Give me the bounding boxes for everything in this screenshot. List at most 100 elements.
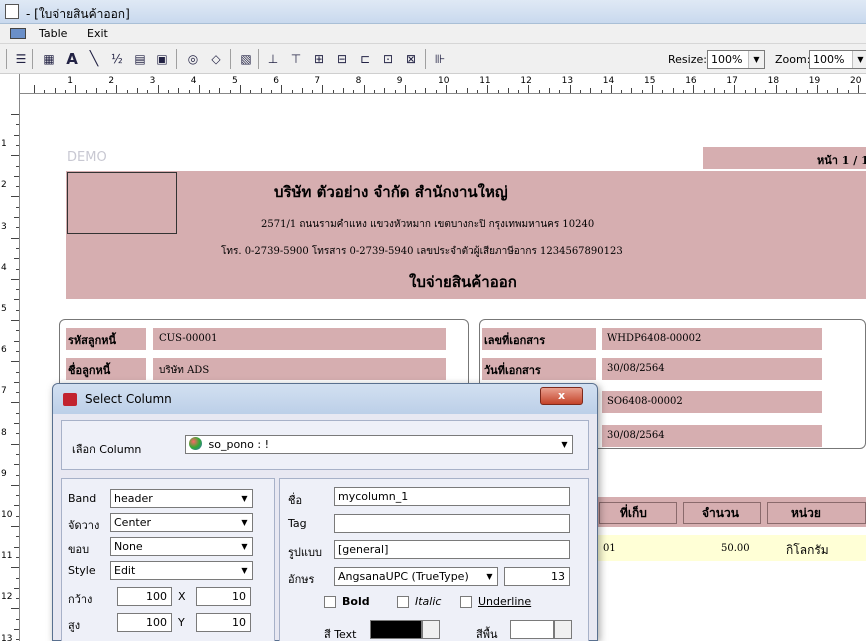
ruler-tick: [14, 134, 19, 136]
ruler-number: 3: [1, 221, 7, 232]
space-vertical-icon[interactable]: ⊟: [333, 50, 351, 68]
ruler-tick: [11, 484, 19, 486]
logo-box[interactable]: [67, 172, 177, 234]
ruler-tick: [734, 85, 736, 93]
underline-checkbox[interactable]: [460, 596, 472, 608]
close-button[interactable]: x: [540, 387, 583, 405]
ruler-tick: [703, 90, 705, 93]
ruler-tick: [579, 90, 581, 93]
ruler-number: 9: [396, 76, 403, 86]
compute-icon[interactable]: ½: [108, 50, 126, 68]
x-input[interactable]: 10: [196, 587, 251, 606]
ruler-tick: [518, 90, 520, 93]
font-label: อักษร: [288, 573, 315, 586]
ruler-tick: [528, 85, 530, 93]
menu-table[interactable]: Table: [39, 27, 67, 40]
properties-icon[interactable]: ⊪: [431, 50, 449, 68]
ruler-number: 1: [67, 76, 73, 86]
chevron-down-icon: ▼: [852, 51, 866, 68]
ruler-tick: [157, 85, 159, 93]
border-label: ขอบ: [68, 543, 90, 556]
col-qty-header: จำนวน: [702, 506, 739, 520]
text-icon[interactable]: A: [63, 50, 81, 68]
same-size-icon[interactable]: ⊠: [402, 50, 420, 68]
style-select[interactable]: Edit ▼: [110, 561, 253, 580]
format-label: รูปแบบ: [288, 546, 322, 559]
ruler-tick: [16, 495, 19, 497]
format-icon[interactable]: ◎: [184, 50, 202, 68]
align-icon[interactable]: ☰: [12, 50, 30, 68]
line-icon[interactable]: ╲: [85, 50, 103, 68]
column-select[interactable]: so_pono : ! ▼: [185, 435, 573, 454]
ruler-number: 5: [232, 76, 238, 86]
ruler-tick: [11, 526, 19, 527]
dialog-title-bar: Select Column x: [53, 384, 597, 414]
eraser-icon[interactable]: ◇: [207, 50, 225, 68]
dialog-title: Select Column: [85, 392, 172, 406]
demo-watermark: DEMO: [67, 150, 107, 165]
bg-color-swatch[interactable]: [510, 620, 554, 639]
ruler-tick: [806, 90, 808, 93]
ruler-tick: [16, 289, 19, 291]
ruler-tick: [11, 608, 19, 610]
ruler-tick: [621, 90, 623, 93]
ruler-tick: [11, 402, 19, 404]
tag-input[interactable]: [334, 514, 570, 533]
zoom-label: Zoom:: [775, 53, 811, 66]
table-icon[interactable]: ▦: [40, 50, 58, 68]
ruler-tick: [75, 85, 77, 93]
name-input[interactable]: mycolumn_1: [334, 487, 570, 506]
ruler-tick: [14, 217, 19, 218]
ruler-number: 10: [1, 510, 13, 520]
ruler-number: 2: [108, 76, 115, 86]
align-top-icon[interactable]: ⊤: [287, 50, 305, 68]
chart-icon[interactable]: ▧: [237, 50, 255, 68]
align-select[interactable]: Center ▼: [110, 513, 253, 532]
ruler-number: 6: [1, 345, 7, 356]
row-qty: 50.00: [721, 543, 750, 554]
ruler-tick: [11, 278, 19, 280]
format-input[interactable]: [general]: [334, 540, 570, 559]
ruler-number: 16: [685, 76, 697, 86]
ruler-tick: [229, 90, 231, 93]
width-input[interactable]: 100: [117, 587, 172, 606]
text-color-swatch[interactable]: [370, 620, 422, 639]
column-icon[interactable]: ▤: [131, 50, 149, 68]
text-color-picker-button[interactable]: [422, 620, 440, 639]
align-left-icon[interactable]: ⊥: [264, 50, 282, 68]
ruler-number: 20: [850, 76, 862, 86]
bold-checkbox[interactable]: [324, 596, 336, 608]
ruler-tick: [16, 309, 19, 311]
band-select[interactable]: header ▼: [110, 489, 253, 508]
chevron-down-icon: ▼: [561, 440, 568, 449]
ruler-number: 12: [520, 76, 532, 86]
font-select[interactable]: AngsanaUPC (TrueType) ▼: [334, 567, 498, 586]
border-select[interactable]: None ▼: [110, 537, 253, 556]
y-input[interactable]: 10: [196, 613, 251, 632]
picture-icon[interactable]: ▣: [153, 50, 171, 68]
document-title: ใบจ่ายสินค้าออก: [409, 273, 517, 291]
ruler-tick: [301, 88, 303, 93]
italic-checkbox[interactable]: [397, 596, 409, 608]
ruler-tick: [538, 90, 540, 93]
zoom-select[interactable]: 100% ▼: [809, 50, 866, 69]
ruler-tick: [466, 88, 468, 93]
ruler-tick: [847, 90, 849, 93]
menu-exit[interactable]: Exit: [87, 27, 108, 40]
ruler-tick: [14, 587, 19, 589]
ruler-tick: [11, 237, 19, 239]
ruler-number: 11: [479, 76, 491, 86]
space-horizontal-icon[interactable]: ⊞: [310, 50, 328, 68]
resize-select[interactable]: 100% ▼: [707, 50, 765, 69]
ruler-tick: [281, 85, 283, 93]
height-input[interactable]: 100: [117, 613, 172, 632]
same-height-icon[interactable]: ⊡: [379, 50, 397, 68]
font-size-input[interactable]: 13: [504, 567, 570, 586]
width-label: กว้าง: [68, 593, 93, 606]
table-window-icon: [10, 28, 26, 39]
same-width-icon[interactable]: ⊏: [356, 50, 374, 68]
ruler-tick: [16, 536, 19, 538]
ruler-tick: [11, 443, 19, 445]
bg-color-picker-button[interactable]: [554, 620, 572, 639]
ruler-tick: [16, 227, 19, 229]
